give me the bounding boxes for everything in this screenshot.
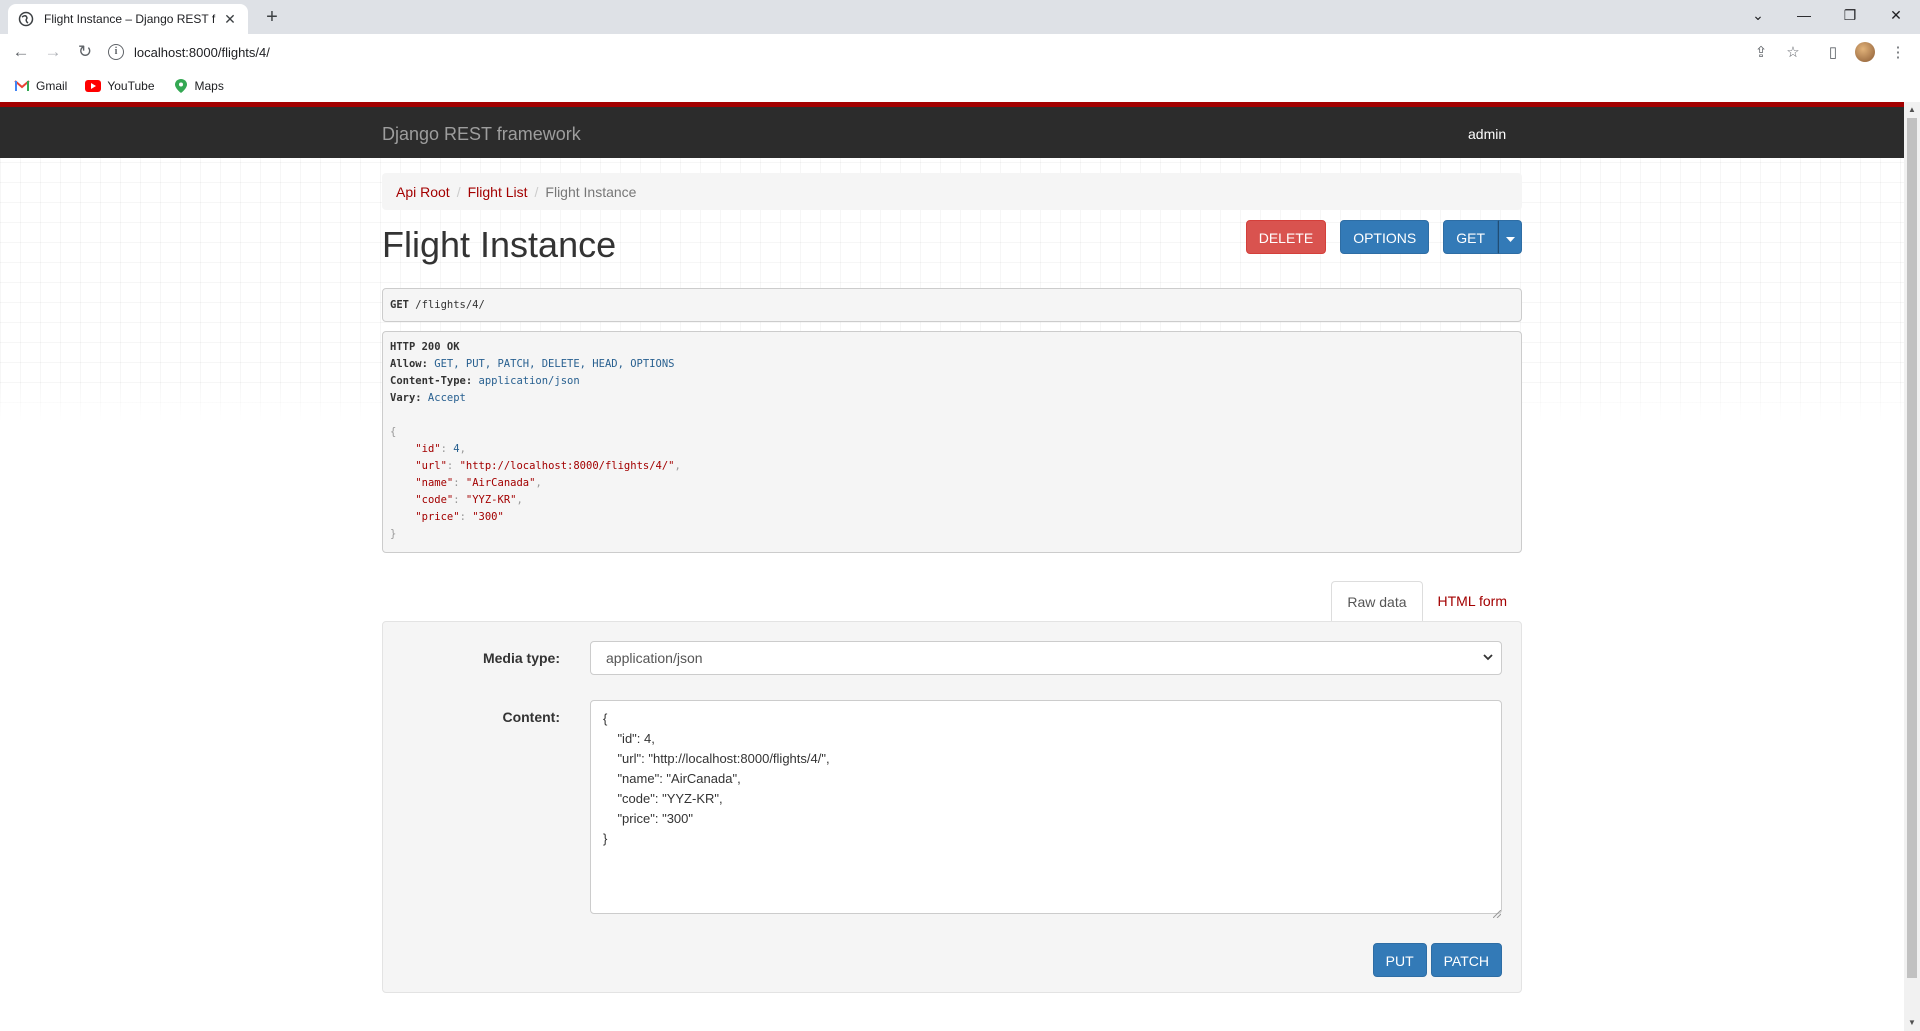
scroll-down-icon[interactable]: ▼: [1904, 1015, 1920, 1031]
breadcrumb-current: Flight Instance: [545, 183, 637, 200]
tab-html-form[interactable]: HTML form: [1423, 581, 1522, 622]
response-header-row: Allow: GET, PUT, PATCH, DELETE, HEAD, OP…: [390, 358, 675, 370]
bookmarks-bar: Gmail YouTube Maps: [0, 70, 1920, 102]
form-tabs: Raw data HTML form: [382, 581, 1522, 622]
get-format-dropdown-toggle[interactable]: [1498, 220, 1522, 254]
back-icon[interactable]: ←: [9, 40, 33, 64]
request-info: GET /flights/4/: [382, 288, 1522, 322]
page-header: Flight Instance DELETE OPTIONS GET: [382, 210, 1522, 280]
youtube-icon: [85, 79, 102, 93]
resize-handle-icon[interactable]: [1492, 905, 1502, 921]
content-label: Content:: [502, 709, 560, 725]
json-field: "name": "AirCanada",: [415, 477, 542, 489]
json-close-brace: }: [390, 528, 397, 540]
bookmark-youtube[interactable]: YouTube: [85, 79, 155, 93]
restore-icon[interactable]: ❐: [1828, 0, 1872, 30]
scroll-up-icon[interactable]: ▲: [1904, 102, 1920, 118]
address-url: localhost:8000/flights/4/: [134, 44, 270, 60]
bookmark-star-icon[interactable]: ☆: [1781, 40, 1805, 64]
options-button[interactable]: OPTIONS: [1340, 220, 1430, 254]
tab-search-icon[interactable]: ⌄: [1736, 0, 1780, 30]
globe-icon: [18, 11, 34, 27]
page-scrollbar[interactable]: ▲ ▼: [1904, 102, 1920, 1031]
json-field: "url": "http://localhost:8000/flights/4/…: [415, 460, 681, 472]
delete-button[interactable]: DELETE: [1245, 220, 1327, 254]
scroll-thumb[interactable]: [1907, 118, 1917, 978]
page-viewport: Django REST framework admin Api Root / F…: [0, 102, 1904, 1031]
page-title: Flight Instance: [382, 224, 617, 265]
brand-link[interactable]: Django REST framework: [382, 124, 581, 145]
address-bar[interactable]: i localhost:8000/flights/4/: [108, 37, 1788, 67]
form-actions: PUT PATCH: [1369, 943, 1502, 977]
bookmark-gmail[interactable]: Gmail: [14, 79, 67, 93]
minimize-icon[interactable]: —: [1782, 0, 1826, 30]
content-textarea[interactable]: { "id": 4, "url": "http://localhost:8000…: [590, 700, 1502, 914]
reload-icon[interactable]: ↻: [73, 40, 97, 64]
request-method: GET: [390, 299, 409, 311]
browser-tab[interactable]: Flight Instance – Django REST fra ✕: [8, 4, 248, 34]
browser-toolbar: ← → ↻ i localhost:8000/flights/4/ ⇪ ☆ ▯ …: [0, 34, 1920, 70]
browser-tabstrip: Flight Instance – Django REST fra ✕ + ⌄ …: [0, 0, 1920, 34]
gmail-icon: [14, 79, 30, 93]
json-field: "id": 4,: [415, 443, 466, 455]
header-actions: DELETE OPTIONS GET: [1245, 220, 1522, 254]
json-field: "code": "YYZ-KR",: [415, 494, 523, 506]
response-status: HTTP 200 OK: [390, 341, 460, 353]
side-panel-icon[interactable]: ▯: [1821, 40, 1845, 64]
user-menu[interactable]: admin: [1468, 126, 1506, 142]
profile-avatar[interactable]: [1853, 40, 1877, 64]
put-button[interactable]: PUT: [1372, 943, 1427, 977]
get-button-group: GET: [1443, 220, 1522, 254]
media-type-label: Media type:: [482, 650, 560, 666]
window-close-icon[interactable]: ✕: [1874, 0, 1918, 30]
json-field: "price": "300": [415, 511, 504, 523]
response-header-row: Content-Type: application/json: [390, 375, 580, 387]
drf-navbar: Django REST framework admin: [0, 102, 1904, 158]
bookmark-label: Gmail: [36, 79, 68, 93]
response-info: HTTP 200 OK Allow: GET, PUT, PATCH, DELE…: [382, 331, 1522, 553]
main-container: Api Root / Flight List / Flight Instance…: [382, 158, 1522, 993]
request-path: /flights/4/: [408, 299, 485, 311]
patch-button[interactable]: PATCH: [1430, 943, 1502, 977]
tab-title: Flight Instance – Django REST fra: [44, 12, 216, 26]
get-button[interactable]: GET: [1443, 220, 1498, 254]
bookmark-maps[interactable]: Maps: [173, 79, 224, 93]
maps-icon: [173, 79, 189, 93]
close-tab-icon[interactable]: ✕: [222, 11, 238, 27]
json-open-brace: {: [390, 426, 397, 438]
response-header-row: Vary: Accept: [390, 392, 466, 404]
menu-kebab-icon[interactable]: ⋮: [1886, 40, 1910, 64]
breadcrumb-api-root[interactable]: Api Root: [396, 184, 450, 200]
tab-raw-data[interactable]: Raw data: [1331, 581, 1423, 622]
media-type-select[interactable]: application/json: [590, 641, 1502, 675]
site-info-icon[interactable]: i: [108, 44, 124, 60]
bookmark-label: Maps: [194, 79, 224, 93]
new-tab-icon[interactable]: +: [260, 6, 284, 30]
breadcrumb: Api Root / Flight List / Flight Instance: [382, 173, 1522, 210]
media-type-value: application/json: [606, 650, 703, 666]
breadcrumb-flight-list[interactable]: Flight List: [468, 184, 528, 200]
chevron-down-icon: [1483, 642, 1493, 686]
raw-data-form: Media type: application/json Content: { …: [382, 621, 1522, 993]
caret-down-icon: [1505, 230, 1515, 246]
share-icon[interactable]: ⇪: [1749, 40, 1773, 64]
forward-icon[interactable]: →: [41, 40, 65, 64]
bookmark-label: YouTube: [107, 79, 155, 93]
